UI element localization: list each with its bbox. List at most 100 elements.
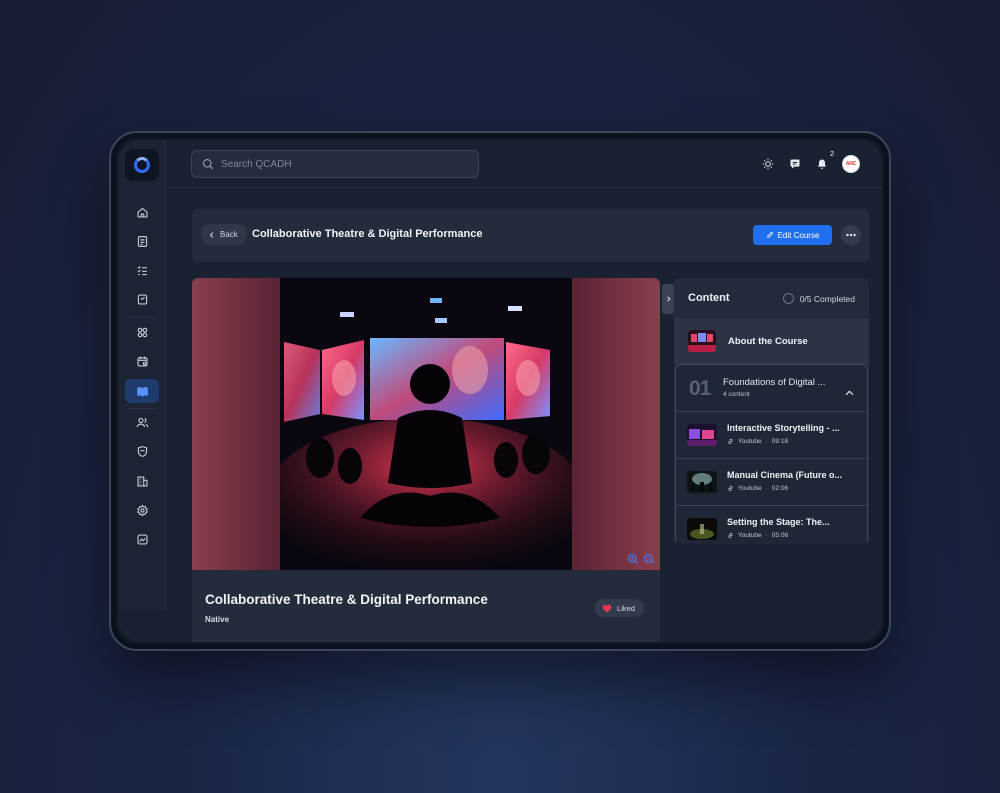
more-options-button[interactable] [841,225,861,245]
nav-settings[interactable] [125,498,159,522]
chat-icon [790,159,800,169]
section-title: Foundations of Digital ... [723,377,826,388]
lesson-item[interactable]: Interactive Storytelling - ... Youtube ·… [676,411,867,457]
nav-home[interactable] [125,200,159,224]
chevron-up-icon [845,383,854,401]
nav-security[interactable] [125,439,159,463]
course-title: Collaborative Theatre & Digital Performa… [205,592,488,607]
section-count: 4 content [723,391,750,398]
nav-courses[interactable] [125,379,159,403]
lesson-duration: 05:06 [771,532,789,539]
back-button[interactable]: Back [201,224,247,245]
lesson-source: Youtube [738,485,762,492]
completion-text: 0/5 Completed [799,293,855,304]
page-title: Collaborative Theatre & Digital Performa… [252,228,483,240]
nav-bookmarks[interactable] [125,287,159,311]
shield-icon [137,445,147,457]
pencil-icon [766,231,773,238]
lesson-thumbnail [687,424,717,446]
book-icon [136,386,148,397]
sidebar-divider [128,408,156,409]
zoom-in-button[interactable] [627,553,639,565]
nav-apps[interactable] [125,320,159,344]
completion-status: 0/5 Completed [782,293,855,304]
chart-icon [136,533,148,545]
course-media[interactable] [192,278,660,570]
logo-icon [134,157,150,173]
notifications-button[interactable]: 2 [815,151,834,171]
like-label: Liked [617,603,635,613]
search-box[interactable] [191,150,479,178]
checklist-icon [137,265,147,275]
section-header[interactable]: 01 Foundations of Digital ... 4 content [676,365,867,411]
lesson-source: Youtube [738,438,762,445]
theatre-scene-illustration [280,278,572,570]
like-button[interactable]: Liked [595,599,644,617]
building-icon [136,475,148,487]
zoom-out-button[interactable] [643,553,655,565]
course-type: Native [205,615,230,624]
progress-ring-icon [782,293,794,304]
nav-tasks[interactable] [125,258,159,282]
home-icon [136,207,148,218]
lesson-source: Youtube [738,532,762,539]
messages-button[interactable] [788,157,802,171]
lesson-title: Interactive Storytelling - ... [727,423,840,433]
edit-course-button[interactable]: Edit Course [753,225,832,245]
search-icon [202,158,214,170]
edit-course-label: Edit Course [777,230,820,240]
nav-analytics[interactable] [125,527,159,551]
app-logo[interactable] [125,149,159,181]
lesson-duration: 02:06 [771,485,789,492]
search-input[interactable] [221,158,461,170]
settings-icon [136,504,148,516]
sidebar [118,140,166,610]
theme-toggle-button[interactable] [761,157,775,171]
heart-icon [602,604,612,613]
tablet-frame: 2 ANC Back Collaborative Theatre & Digit… [109,131,891,651]
lesson-thumbnail [687,471,717,493]
link-icon [728,486,733,491]
course-cover-image [280,278,572,570]
lesson-thumbnail [687,518,717,540]
lesson-item[interactable]: Manual Cinema (Future o... Youtube · 02:… [676,458,867,504]
lesson-item[interactable]: Setting the Stage: The... Youtube · 05:0… [676,505,867,544]
back-label: Back [220,230,238,239]
bookmark-icon [137,293,147,305]
separator-dot: · [765,438,768,445]
chevron-right-icon [666,296,670,302]
course-header: Back Collaborative Theatre & Digital Per… [192,209,869,262]
notification-count: 2 [830,151,834,158]
separator-dot: · [765,532,768,539]
nav-organization[interactable] [125,469,159,493]
course-info: Collaborative Theatre & Digital Performa… [192,570,660,642]
panel-toggle-button[interactable] [662,284,674,314]
nav-calendar[interactable] [125,349,159,373]
link-icon [728,439,733,444]
separator-dot: · [765,485,768,492]
about-course-item[interactable]: About the Course [674,318,869,364]
content-title: Content [688,292,730,304]
nav-documents[interactable] [125,229,159,253]
lesson-duration: 09:18 [771,438,789,445]
more-dots-icon [846,233,856,237]
zoom-out-icon [643,553,654,564]
user-avatar[interactable]: ANC [842,155,860,173]
avatar-initials: ANC [845,161,857,167]
users-icon [136,417,148,427]
top-actions: 2 ANC [761,151,860,173]
document-icon [137,235,147,247]
section-number: 01 [689,377,711,400]
nav-users[interactable] [125,410,159,434]
lesson-meta: Youtube · 05:06 [727,532,788,539]
grid-icon [137,327,147,337]
lesson-title: Setting the Stage: The... [727,517,830,527]
sidebar-divider [128,317,156,318]
lesson-title: Manual Cinema (Future o... [727,470,843,480]
chevron-left-icon [209,231,214,238]
zoom-in-icon [627,553,638,564]
top-bar: 2 ANC [166,140,882,188]
content-panel: Content 0/5 Completed About the Course 0… [674,278,869,544]
calendar-icon [136,356,148,367]
sun-icon [762,158,774,170]
